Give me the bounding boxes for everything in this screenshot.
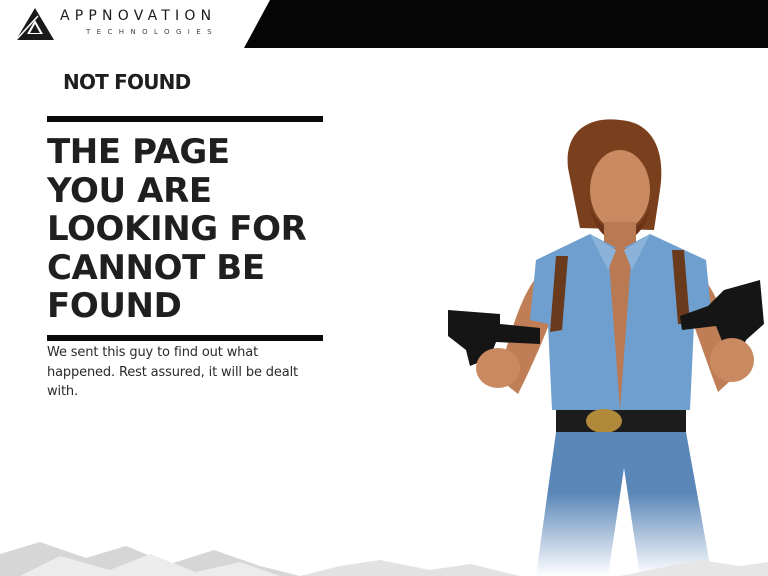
headline-line: FOUND bbox=[47, 286, 182, 326]
brand-tagline: TECHNOLOGIES bbox=[86, 28, 218, 36]
status-label: NOT FOUND bbox=[63, 70, 191, 94]
home-logo-link[interactable]: APPNOVATION TECHNOLOGIES bbox=[16, 6, 236, 42]
logo-panel: APPNOVATION TECHNOLOGIES bbox=[0, 0, 270, 48]
headline-line: THE PAGE bbox=[47, 132, 230, 172]
brand-name: APPNOVATION bbox=[60, 8, 217, 24]
triangle-logo-icon bbox=[16, 8, 54, 40]
mountain-decoration bbox=[0, 542, 768, 576]
headline-line: CANNOT BE bbox=[47, 247, 265, 288]
headline-line: LOOKING FOR bbox=[47, 209, 307, 249]
page-title: THE PAGE YOU ARE LOOKING FOR CANNOT BE F… bbox=[47, 133, 337, 326]
divider-bottom bbox=[47, 335, 323, 341]
action-hero-illustration bbox=[440, 110, 768, 576]
divider-top bbox=[47, 116, 323, 122]
error-message: We sent this guy to find out what happen… bbox=[47, 345, 298, 399]
headline-line: YOU ARE bbox=[47, 170, 212, 211]
